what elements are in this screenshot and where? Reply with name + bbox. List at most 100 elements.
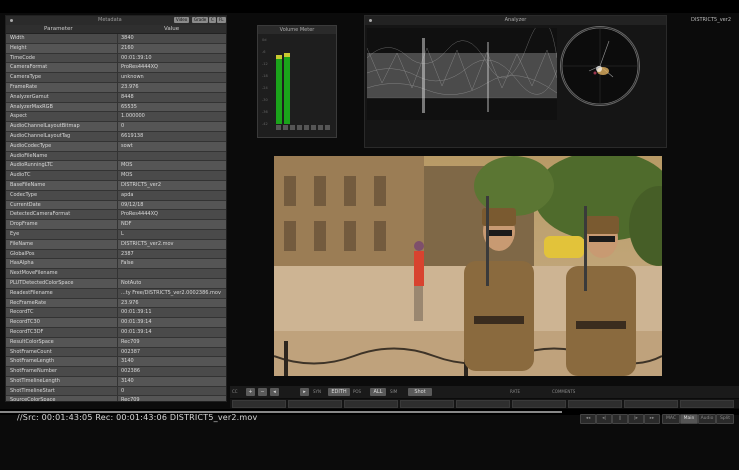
remove-button[interactable]: −: [258, 388, 267, 396]
column-header-value[interactable]: Value: [164, 25, 179, 33]
volume-tick-label: -36: [262, 110, 268, 114]
metadata-row[interactable]: ShotFrameCount 002387: [6, 347, 226, 358]
metadata-parameter: Eye: [10, 230, 20, 237]
metadata-row[interactable]: ResultColorSpace Rec709: [6, 337, 226, 348]
field-cell[interactable]: [680, 400, 734, 408]
metadata-row[interactable]: AudioChannelLayoutBitmap 0: [6, 122, 226, 132]
metadata-row[interactable]: ShotTimelineStart 0: [6, 386, 226, 397]
metadata-row[interactable]: CameraType unknown: [6, 73, 226, 83]
metadata-parameter: TimeCode: [10, 54, 36, 61]
metadata-row[interactable]: RecordTC30 00:01:39:14: [6, 318, 226, 328]
mac-button[interactable]: MAC: [662, 414, 680, 424]
metadata-parameter: AudioTC: [10, 172, 31, 179]
grade-toggle-button[interactable]: Grade: [192, 17, 209, 23]
metadata-parameter: HasAlpha: [10, 260, 34, 267]
field-cell[interactable]: [512, 400, 566, 408]
panel-menu-icon[interactable]: [10, 19, 13, 22]
metadata-row[interactable]: FrameRate 23.976: [6, 82, 226, 93]
volume-channel-slot[interactable]: [283, 125, 288, 130]
metadata-row[interactable]: AnalyzerMaxRGB 65535: [6, 102, 226, 113]
metadata-value: Rec709: [121, 397, 140, 402]
metadata-row[interactable]: GlobalPos 2387: [6, 249, 226, 260]
field-cell[interactable]: [232, 400, 286, 408]
column-divider: [117, 141, 118, 151]
metadata-row[interactable]: DropFrame NDF: [6, 220, 226, 230]
shot-button[interactable]: Shot: [408, 388, 432, 396]
metadata-row[interactable]: AudioCodecType sowt: [6, 141, 226, 152]
c-toggle-button[interactable]: C: [209, 17, 216, 23]
metadata-row[interactable]: FileName DISTRICT5_ver2.mov: [6, 239, 226, 250]
volume-channel-slot[interactable]: [325, 125, 330, 130]
metadata-row[interactable]: AudioRunningLTC MOS: [6, 161, 226, 172]
metadata-row[interactable]: Height 2160: [6, 43, 226, 54]
metadata-row[interactable]: NextMoveFilename: [6, 269, 226, 279]
metadata-row[interactable]: TimeCode 00:01:39:10: [6, 53, 226, 64]
volume-channel-slot[interactable]: [304, 125, 309, 130]
all-button[interactable]: ALL: [370, 388, 386, 396]
metadata-row[interactable]: AudioTC MOS: [6, 171, 226, 181]
volume-meter-title: Volume Meter: [258, 26, 336, 34]
volume-channel-slot[interactable]: [297, 125, 302, 130]
split-button[interactable]: Split: [716, 414, 734, 424]
video-viewer[interactable]: [274, 156, 662, 376]
metadata-parameter: DropFrame: [10, 221, 38, 228]
metadata-row[interactable]: Eye L: [6, 229, 226, 240]
metadata-row[interactable]: ShotFrameLength 3140: [6, 357, 226, 368]
column-header-parameter[interactable]: Parameter: [44, 25, 73, 33]
audio-button[interactable]: Audio: [698, 414, 716, 424]
next-frame-icon[interactable]: |▸: [628, 414, 644, 424]
metadata-row[interactable]: HasAlpha False: [6, 259, 226, 270]
video-toggle-button[interactable]: Video: [174, 17, 190, 23]
metadata-row[interactable]: PLUTDetectedColorSpace NotAuto: [6, 278, 226, 289]
prev-frame-icon[interactable]: ◂|: [596, 414, 612, 424]
field-cell[interactable]: [344, 400, 398, 408]
metadata-row[interactable]: AudioFileName: [6, 151, 226, 162]
metadata-row[interactable]: RecordTC 00:01:39:11: [6, 308, 226, 319]
metadata-row[interactable]: DetectedCameraFormat ProRes4444XQ: [6, 210, 226, 221]
metadata-row[interactable]: AnalyzerGamut 8448: [6, 92, 226, 103]
fast-forward-icon[interactable]: ▸▸: [644, 414, 660, 424]
metadata-row[interactable]: AudioChannelLayoutTag 6619138: [6, 131, 226, 142]
metadata-row[interactable]: Aspect 1.000000: [6, 112, 226, 123]
metadata-row[interactable]: SourceColorSpace Rec709: [6, 396, 226, 402]
step-back-button[interactable]: ◂: [270, 388, 279, 396]
column-divider: [117, 386, 118, 396]
metadata-row[interactable]: Width 3840: [6, 34, 226, 44]
volume-tick-label: -12: [262, 62, 268, 66]
metadata-row[interactable]: CodecType apda: [6, 190, 226, 201]
volume-channel-slot[interactable]: [290, 125, 295, 130]
add-button[interactable]: +: [246, 388, 255, 396]
column-divider: [117, 367, 118, 376]
metadata-row[interactable]: RecordTC3DF 00:01:39:14: [6, 327, 226, 338]
volume-tick-label: -24: [262, 86, 268, 90]
metadata-row[interactable]: ReadestFilename ...ty Free/DISTRICT5_ver2…: [6, 288, 226, 299]
metadata-row[interactable]: CurrentDate 09/12/18: [6, 200, 226, 211]
field-cell[interactable]: [624, 400, 678, 408]
metadata-row[interactable]: BaseFileName DISTRICT5_ver2: [6, 180, 226, 191]
main-button[interactable]: Main: [680, 414, 698, 424]
panel-menu-icon[interactable]: [369, 19, 372, 22]
field-cell[interactable]: [456, 400, 510, 408]
volume-channel-slot[interactable]: [276, 125, 281, 130]
play-button[interactable]: ▸: [300, 388, 309, 396]
volume-channel-slot[interactable]: [311, 125, 316, 130]
comments-label: COMMENTS: [552, 389, 576, 394]
metadata-row[interactable]: ShotFrameNumber 002386: [6, 367, 226, 377]
volume-channel-slot[interactable]: [318, 125, 323, 130]
metadata-parameter: RecFrameRate: [10, 299, 47, 306]
field-cell[interactable]: [400, 400, 454, 408]
metadata-parameter: SourceColorSpace: [10, 397, 56, 402]
column-divider: [117, 396, 118, 401]
pause-icon[interactable]: ||: [612, 414, 628, 424]
top-strip: [0, 0, 739, 13]
metadata-row[interactable]: RecFrameRate 23.976: [6, 298, 226, 309]
field-cell[interactable]: [288, 400, 342, 408]
metadata-parameter: ShotTimelineLength: [10, 377, 60, 384]
field-cell[interactable]: [568, 400, 622, 408]
metadata-row[interactable]: ShotTimelineLength 3140: [6, 376, 226, 387]
metadata-row[interactable]: CameraFormat ProRes4444XQ: [6, 63, 226, 74]
edith-mode-button[interactable]: EDITH: [328, 388, 350, 396]
fl-toggle-button[interactable]: FL: [217, 17, 226, 23]
rewind-icon[interactable]: ◂◂: [580, 414, 596, 424]
volume-tick-label: -42: [262, 122, 268, 126]
